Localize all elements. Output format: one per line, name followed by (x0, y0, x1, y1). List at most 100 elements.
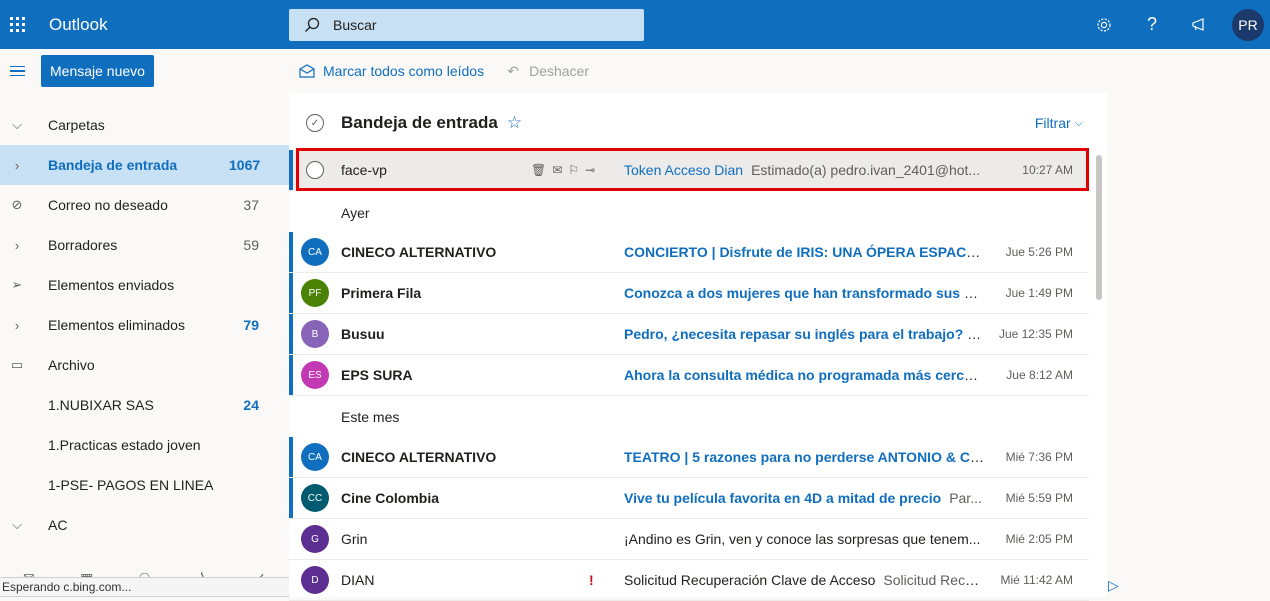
sender-name: Cine Colombia (341, 490, 440, 506)
folders-header[interactable]: ⌵ Carpetas (0, 105, 289, 145)
avatar[interactable]: PR (1232, 8, 1264, 41)
received-time: Mié 11:42 AM (1000, 573, 1073, 587)
folder-label: 1.NUBIXAR SAS (48, 397, 154, 413)
folder-count: 1067 (229, 157, 261, 173)
sender-name: Grin (341, 531, 368, 547)
send-icon: ➢ (11, 277, 23, 292)
hamburger-icon (9, 63, 25, 80)
avatar: CC (301, 484, 329, 512)
search-input[interactable]: Buscar (333, 17, 377, 33)
folder-archive[interactable]: ▭ Archivo (0, 345, 289, 385)
filter-button[interactable]: Filtrar ⌵ (1035, 115, 1083, 131)
received-time: Jue 8:12 AM (1006, 368, 1073, 382)
mark-read-icon[interactable]: ✉ (552, 163, 562, 177)
message-list-panel: ✓ Bandeja de entrada ☆ Filtrar ⌵ face-vp… (289, 93, 1107, 601)
archive-icon: ▭ (10, 357, 24, 372)
unread-indicator (289, 314, 293, 354)
unread-indicator (289, 478, 293, 518)
unread-indicator (289, 273, 293, 313)
folder-label: 1-PSE- PAGOS EN LINEA (48, 477, 214, 493)
help-button[interactable]: ? (1128, 0, 1176, 49)
delete-icon[interactable]: 🗑 (531, 163, 546, 177)
help-icon: ? (1146, 14, 1157, 34)
row-actions: 🗑 ✉ ⚐ ⊸ (531, 163, 601, 177)
table-row[interactable]: D DIAN ! Solicitud Recuperación Clave de… (289, 560, 1089, 601)
ad-choices-icon[interactable]: ▷ (1108, 577, 1119, 594)
folder-drafts[interactable]: › Borradores 59 (0, 225, 289, 265)
folder-ac[interactable]: ⌵ AC (0, 505, 289, 545)
pin-icon[interactable]: ⊸ (585, 163, 595, 177)
folder-nubixar[interactable]: 1.NUBIXAR SAS 24 (0, 385, 289, 425)
folder-pse[interactable]: 1-PSE- PAGOS EN LINEA (0, 465, 289, 505)
table-row[interactable]: B Busuu Pedro, ¿necesita repasar su ingl… (289, 314, 1089, 355)
table-row[interactable]: CA CINECO ALTERNATIVO CONCIERTO | Disfru… (289, 232, 1089, 273)
subject: Vive tu película favorita en 4D a mitad … (624, 490, 942, 506)
nav-toggle-button[interactable] (0, 49, 34, 93)
new-message-button[interactable]: Mensaje nuevo (41, 55, 154, 87)
folder-label: Elementos eliminados (48, 317, 185, 333)
folder-junk[interactable]: ⊘ Correo no deseado 37 (0, 185, 289, 225)
sender-name: EPS SURA (341, 367, 413, 383)
app-launcher-button[interactable] (0, 0, 34, 49)
table-row[interactable]: PF Primera Fila Conozca a dos mujeres qu… (289, 273, 1089, 314)
undo-button[interactable]: ↶ Deshacer (504, 62, 589, 80)
message-subject-preview: Vive tu película favorita en 4D a mitad … (624, 490, 984, 506)
chevron-right-icon[interactable]: › (0, 158, 34, 173)
chevron-right-icon[interactable]: › (0, 238, 34, 253)
flag-icon[interactable]: ⚐ (568, 163, 579, 177)
mark-all-read-label: Marcar todos como leídos (323, 63, 485, 79)
table-row[interactable]: G Grin ¡Andino es Grin, ven y conoce las… (289, 519, 1089, 560)
important-icon: ! (589, 572, 594, 588)
message-subject-preview: Pedro, ¿necesita repasar su inglés para … (624, 326, 984, 343)
folder-inbox[interactable]: › Bandeja de entrada 1067 (0, 145, 289, 185)
folder-count: 37 (243, 197, 259, 213)
table-row[interactable]: ES EPS SURA Ahora la consulta médica no … (289, 355, 1089, 396)
search-box[interactable]: Buscar (289, 9, 644, 41)
preview: Solicitud Recu... (883, 572, 984, 588)
message-subject-preview: CONCIERTO | Disfrute de IRIS: UNA ÓPERA … (624, 244, 984, 260)
envelope-open-icon (299, 64, 315, 78)
select-all-checkbox[interactable]: ✓ (306, 114, 324, 132)
scrollbar[interactable] (1096, 155, 1102, 300)
avatar: ES (301, 361, 329, 389)
avatar: B (301, 320, 329, 348)
search-icon (305, 17, 320, 32)
received-time: Mié 7:36 PM (1005, 450, 1073, 464)
avatar: PF (301, 279, 329, 307)
table-row[interactable]: face-vp 🗑 ✉ ⚐ ⊸ Token Acceso Dian Estimad… (289, 150, 1089, 191)
left-navigation: Mensaje nuevo ⌵ Carpetas › Bandeja de en… (0, 49, 289, 597)
folder-deleted[interactable]: › Elementos eliminados 79 (0, 305, 289, 345)
folder-label: Archivo (48, 357, 95, 373)
subject: ¡Andino es Grin, ven y conoce las sorpre… (624, 531, 981, 547)
undo-icon: ↶ (507, 62, 519, 79)
chevron-down-icon[interactable]: ⌵ (0, 517, 34, 533)
preview: Estimado(a) pedro.ivan_2401@hot... (751, 162, 981, 178)
unread-indicator (289, 355, 293, 395)
star-icon[interactable]: ☆ (507, 113, 522, 133)
folders-label: Carpetas (48, 117, 105, 133)
subject: TEATRO | 5 razones para no perderse ANTO… (624, 449, 984, 465)
folder-label: 1.Practicas estado joven (48, 437, 201, 453)
received-time: Jue 5:26 PM (1005, 245, 1073, 259)
feedback-button[interactable] (1176, 0, 1224, 49)
list-title: Bandeja de entrada (341, 113, 498, 132)
message-subject-preview: ¡Andino es Grin, ven y conoce las sorpre… (624, 531, 984, 547)
settings-button[interactable] (1080, 0, 1128, 49)
table-row[interactable]: CA CINECO ALTERNATIVO TEATRO | 5 razones… (289, 437, 1089, 478)
received-time: Jue 12:35 PM (998, 327, 1073, 341)
folder-count: 24 (243, 397, 259, 413)
table-row[interactable]: CC Cine Colombia Vive tu película favori… (289, 478, 1089, 519)
folder-count: 79 (243, 317, 259, 333)
mark-all-read-button[interactable]: Marcar todos como leídos (298, 62, 484, 80)
folder-sent[interactable]: ➢ Elementos enviados (0, 265, 289, 305)
row-checkbox[interactable] (306, 161, 324, 179)
unread-indicator (289, 437, 293, 477)
filter-label: Filtrar (1034, 115, 1071, 131)
app-title[interactable]: Outlook (49, 15, 274, 35)
folder-practicas[interactable]: 1.Practicas estado joven (0, 425, 289, 465)
megaphone-icon (1192, 17, 1204, 31)
folder-label: Elementos enviados (48, 277, 175, 293)
sender-name: Busuu (341, 326, 385, 342)
command-bar: Marcar todos como leídos ↶ Deshacer (289, 49, 1107, 93)
chevron-right-icon[interactable]: › (0, 318, 34, 333)
